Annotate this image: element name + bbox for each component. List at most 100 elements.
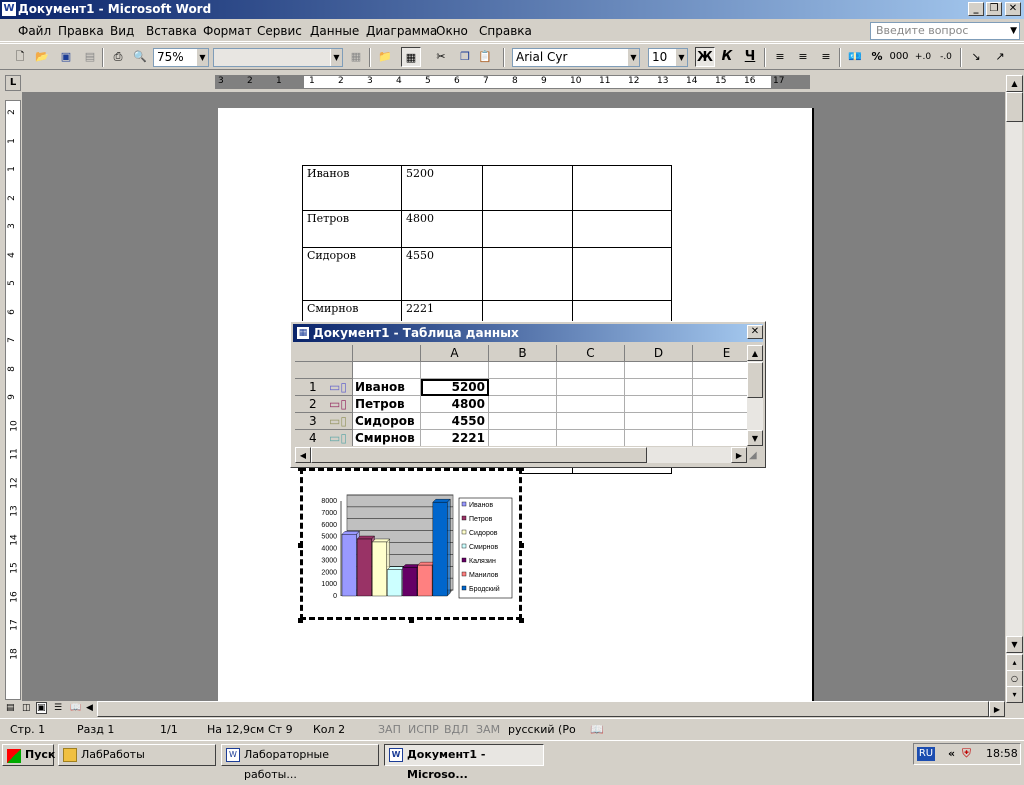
- table-cell[interactable]: [572, 247, 672, 301]
- status-record-macro[interactable]: ЗАП: [378, 723, 401, 736]
- antivirus-shield-icon[interactable]: ⛨: [962, 746, 971, 761]
- vertical-scrollbar[interactable]: ▲ ▼ ▴ ○ ▾: [1005, 75, 1023, 703]
- table-cell[interactable]: [572, 165, 672, 211]
- grid-cell[interactable]: [625, 430, 693, 446]
- datasheet-close-button[interactable]: ✕: [747, 325, 763, 339]
- next-page-icon[interactable]: ▾: [1006, 686, 1023, 703]
- status-overtype[interactable]: ЗАМ: [476, 723, 500, 736]
- resize-handle[interactable]: [519, 618, 524, 623]
- datasheet-grid[interactable]: A B C D E 1 ▭▯ Иванов 5200 2 ▭▯ Петров 480…: [295, 345, 747, 446]
- scroll-down-arrow-icon[interactable]: ▼: [1006, 636, 1023, 653]
- vertical-ruler[interactable]: 2 1 1 2 3 4 5 6 7 8 9 10 11 12 13 14 15 16 17 18: [5, 100, 21, 700]
- row-label-cell[interactable]: Смирнов: [353, 430, 421, 446]
- row-header[interactable]: [295, 362, 353, 379]
- table-cell[interactable]: [482, 247, 573, 301]
- normal-view-icon[interactable]: ▤: [6, 703, 15, 713]
- row-label-cell[interactable]: Иванов: [353, 379, 421, 396]
- menu-file[interactable]: Файл: [18, 24, 51, 38]
- scroll-up-arrow-icon[interactable]: ▲: [747, 345, 763, 361]
- datasheet-vscroll[interactable]: ▲ ▼: [747, 345, 763, 446]
- grid-cell[interactable]: [625, 413, 693, 430]
- thousands-style-button[interactable]: 000: [889, 47, 909, 67]
- menu-data[interactable]: Данные: [310, 24, 359, 38]
- bold-button[interactable]: Ж: [695, 47, 715, 67]
- scroll-left-arrow-icon[interactable]: ◀: [86, 703, 93, 713]
- format-object-icon[interactable]: ▦: [346, 47, 366, 67]
- row-header-3[interactable]: 3 ▭▯: [295, 413, 353, 430]
- menu-window[interactable]: Окно: [436, 24, 468, 38]
- chart-object[interactable]: 8000 7000 6000 5000 4000 3000 2000 1000 0 Иванов П…: [300, 468, 522, 620]
- grid-cell[interactable]: [693, 413, 747, 430]
- open-folder-icon[interactable]: 📂: [32, 47, 52, 67]
- scroll-thumb[interactable]: [97, 701, 989, 717]
- grid-cell[interactable]: [353, 362, 421, 379]
- table-cell[interactable]: Сидоров: [302, 247, 402, 301]
- decrease-decimal-icon[interactable]: -.0: [936, 47, 956, 67]
- horizontal-scrollbar[interactable]: ▶: [97, 701, 1005, 717]
- table-cell[interactable]: [482, 165, 573, 211]
- grid-cell[interactable]: [557, 396, 625, 413]
- resize-handle[interactable]: [298, 618, 303, 623]
- grid-cell[interactable]: [557, 430, 625, 446]
- grid-cell[interactable]: [421, 362, 489, 379]
- grid-cell[interactable]: [693, 362, 747, 379]
- column-header-e[interactable]: E: [693, 345, 747, 362]
- grid-cell[interactable]: [693, 430, 747, 446]
- row-header-4[interactable]: 4 ▭▯: [295, 430, 353, 446]
- new-document-icon[interactable]: 🗋: [10, 47, 30, 67]
- datasheet-window[interactable]: ▦ Документ1 - Таблица данных ✕ A B C D E…: [290, 321, 766, 468]
- cut-icon[interactable]: ✂: [431, 47, 451, 67]
- table-cell[interactable]: [572, 210, 672, 248]
- grid-cell[interactable]: [489, 430, 557, 446]
- scroll-down-arrow-icon[interactable]: ▼: [747, 430, 763, 446]
- font-select[interactable]: Arial Cyr ▼: [512, 48, 640, 67]
- table-cell[interactable]: Иванов: [302, 165, 402, 211]
- scroll-right-arrow-icon[interactable]: ▶: [731, 447, 747, 463]
- datasheet-title-bar[interactable]: ▦ Документ1 - Таблица данных: [293, 324, 763, 342]
- grid-cell[interactable]: [489, 362, 557, 379]
- outline-view-icon[interactable]: ☰: [54, 703, 62, 713]
- table-cell[interactable]: [482, 210, 573, 248]
- task-document1[interactable]: W Документ1 - Microso...: [384, 744, 544, 781]
- italic-button[interactable]: К: [717, 47, 737, 67]
- scroll-thumb[interactable]: [747, 362, 763, 398]
- table-cell[interactable]: 4550: [401, 247, 483, 301]
- horizontal-ruler[interactable]: 3 2 1 1 2 3 4 5 6 7 8 9 10 11 12 13 14 15 16 17: [215, 75, 810, 89]
- select-browse-object-icon[interactable]: ○: [1006, 670, 1023, 687]
- menu-edit[interactable]: Правка: [58, 24, 104, 38]
- column-header[interactable]: [353, 345, 421, 362]
- grid-cell[interactable]: [489, 396, 557, 413]
- chart-objects-select[interactable]: ▼: [213, 48, 343, 67]
- status-extend[interactable]: ВДЛ: [444, 723, 468, 736]
- status-language[interactable]: русский (Ро: [508, 723, 576, 736]
- reading-view-icon[interactable]: 📖: [70, 703, 81, 713]
- resize-grip-icon[interactable]: ◢: [749, 450, 757, 461]
- row-header-1[interactable]: 1 ▭▯: [295, 379, 353, 396]
- resize-handle[interactable]: [298, 543, 303, 548]
- grid-cell[interactable]: [489, 379, 557, 396]
- tray-expand-icon[interactable]: «: [948, 747, 955, 760]
- restore-button[interactable]: ❐: [986, 2, 1002, 16]
- align-center-icon[interactable]: ≡: [793, 47, 813, 67]
- increase-decimal-icon[interactable]: +.0: [913, 47, 933, 67]
- save-icon[interactable]: ▣: [56, 47, 76, 67]
- grid-cell[interactable]: [489, 413, 557, 430]
- row-header-2[interactable]: 2 ▭▯: [295, 396, 353, 413]
- help-question-input[interactable]: Введите вопрос ▼: [870, 22, 1020, 40]
- grid-cell[interactable]: [557, 379, 625, 396]
- column-header-a[interactable]: A: [421, 345, 489, 362]
- angle-text-up-icon[interactable]: ↗: [990, 47, 1010, 67]
- table-cell[interactable]: 4800: [401, 210, 483, 248]
- language-indicator[interactable]: RU: [917, 747, 935, 761]
- menu-chart[interactable]: Диаграмма: [366, 24, 437, 38]
- close-button[interactable]: ✕: [1005, 2, 1021, 16]
- menu-insert[interactable]: Вставка: [146, 24, 197, 38]
- paste-icon[interactable]: 📋: [475, 47, 495, 67]
- column-header-d[interactable]: D: [625, 345, 693, 362]
- print-preview-icon[interactable]: 🔍: [130, 47, 150, 67]
- spelling-status-icon[interactable]: 📖: [590, 723, 604, 736]
- start-button[interactable]: Пуск: [2, 744, 55, 766]
- grid-cell[interactable]: [557, 413, 625, 430]
- grid-cell[interactable]: [557, 362, 625, 379]
- import-file-icon[interactable]: 📁: [375, 47, 395, 67]
